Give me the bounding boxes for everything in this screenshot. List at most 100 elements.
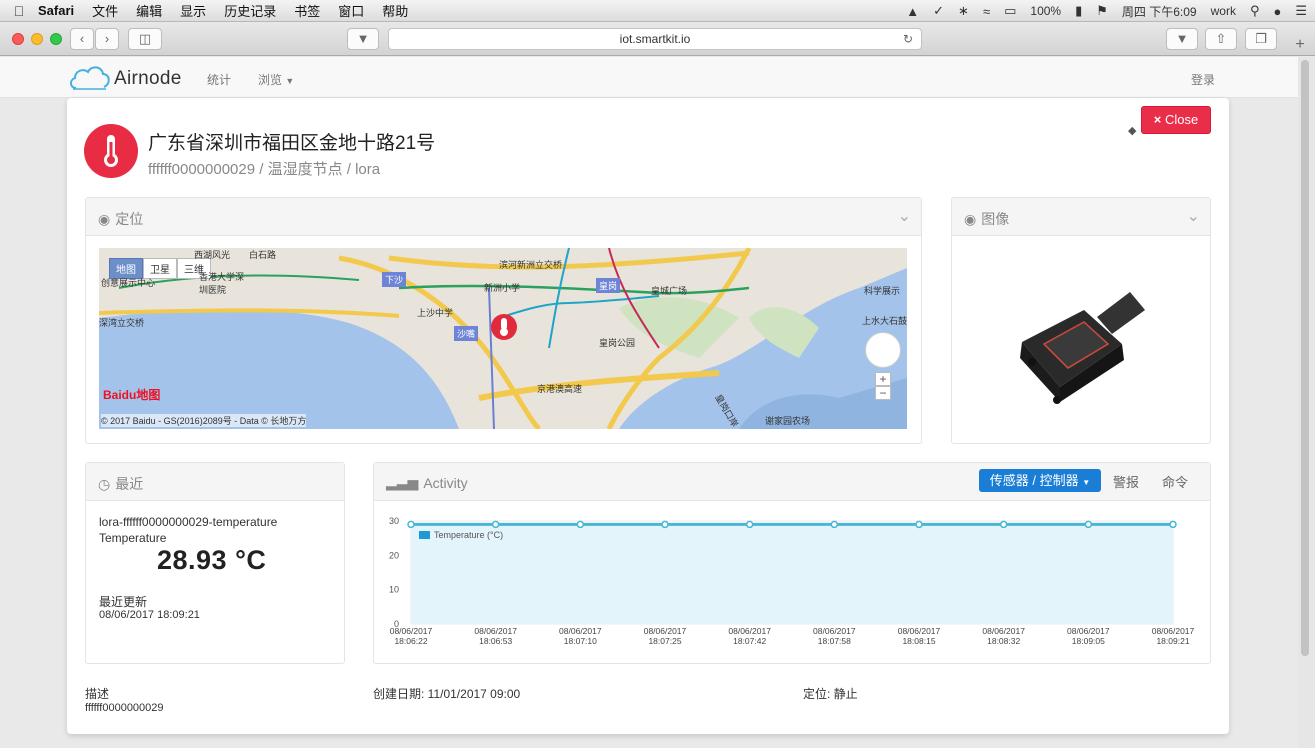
wifi-icon[interactable]: ≈ <box>983 4 990 19</box>
x-tick-label: 08/06/2017 <box>474 626 517 636</box>
nav-browse[interactable]: 浏览 ▼ <box>258 71 294 88</box>
shield-icon[interactable]: ▼ <box>347 28 379 50</box>
map-label: 上水大石鼓 <box>862 316 907 326</box>
data-point <box>745 520 754 529</box>
data-point <box>407 520 415 529</box>
menu-history[interactable]: 历史记录 <box>224 1 276 20</box>
new-tab-icon[interactable]: + <box>1291 36 1309 54</box>
nav-browse-label: 浏览 <box>258 73 283 87</box>
tag-icon[interactable]: ◆ <box>1128 124 1136 137</box>
menu-help[interactable]: 帮助 <box>382 1 408 20</box>
clock[interactable]: 周四 下午6:09 <box>1122 3 1197 20</box>
share-icon[interactable]: ⇧ <box>1205 28 1237 50</box>
tab-commands[interactable]: 命令 <box>1162 472 1188 491</box>
map-label: 深湾立交桥 <box>99 318 145 328</box>
menu-bookmarks[interactable]: 书签 <box>294 1 320 20</box>
notification-center-icon[interactable]: ☰ <box>1295 3 1307 19</box>
window-controls <box>12 33 62 45</box>
x-tick-label: 18:07:10 <box>564 636 597 646</box>
close-window-icon[interactable] <box>12 33 24 45</box>
minimize-window-icon[interactable] <box>31 33 43 45</box>
menu-window[interactable]: 窗口 <box>338 1 364 20</box>
chevron-down-icon[interactable]: ⌄ <box>898 206 911 226</box>
siri-icon[interactable]: ● <box>1273 4 1281 19</box>
scrollbar-thumb[interactable] <box>1301 60 1309 656</box>
legend-label: Temperature (°C) <box>434 530 503 540</box>
description-label: 描述 <box>85 687 110 701</box>
device-image <box>1020 292 1145 404</box>
spotlight-icon[interactable]: ⚲ <box>1250 3 1260 19</box>
updated-time: 08/06/2017 18:09:21 <box>99 609 200 621</box>
back-button[interactable]: ‹ <box>70 28 94 50</box>
x-tick-label: 08/06/2017 <box>813 626 856 636</box>
tab-alarms[interactable]: 警报 <box>1113 472 1139 491</box>
data-point <box>491 520 500 529</box>
x-tick-label: 08/06/2017 <box>982 626 1025 636</box>
image-panel-title: 图像 <box>981 211 1010 227</box>
legend-swatch <box>419 531 430 539</box>
caret-down-icon: ▼ <box>1082 478 1091 487</box>
cursor-tool-icon[interactable]: ✓ <box>933 3 944 19</box>
location-panel-title: 定位 <box>115 211 144 227</box>
forward-button[interactable]: › <box>95 28 119 50</box>
menu-edit[interactable]: 编辑 <box>136 1 162 20</box>
tabs-icon[interactable]: ❐ <box>1245 28 1277 50</box>
user-name[interactable]: work <box>1211 4 1236 18</box>
location-panel-header[interactable]: ◉ 定位 ⌄ <box>86 198 921 236</box>
apple-icon[interactable]:  <box>0 3 38 19</box>
updated-label: 最近更新 <box>99 595 148 609</box>
zoom-in-icon[interactable]: + <box>875 372 891 386</box>
chevron-down-icon[interactable]: ⌄ <box>1187 206 1200 226</box>
sensor-id: lora-ffffff0000000029-temperature <box>99 515 278 529</box>
menu-file[interactable]: 文件 <box>92 1 118 20</box>
image-panel-header[interactable]: ◉ 图像 ⌄ <box>952 198 1210 236</box>
node-address: 广东省深圳市福田区金地十路21号 <box>148 133 436 154</box>
map-label: 西湖风光 <box>194 250 231 260</box>
baidu-logo: Baidu地图 <box>103 388 161 402</box>
created-date: 创建日期: 11/01/2017 09:00 <box>373 687 521 701</box>
brand-name[interactable]: Airnode <box>114 68 182 90</box>
map-label: 皇岗公园 <box>599 338 636 348</box>
download-icon[interactable]: ▼ <box>1166 28 1198 50</box>
signal-bars-icon: ▂▃▅ <box>386 474 419 490</box>
input-flag-icon[interactable]: ⚑ <box>1096 3 1108 19</box>
nav-stats[interactable]: 统计 <box>207 71 231 88</box>
baidu-map[interactable]: 地图 卫星 三维 西湖风光 白石路 香港大学深圳医院 创意展示中心 深湾立交桥 … <box>99 248 907 429</box>
nav-login[interactable]: 登录 <box>1191 71 1215 88</box>
temperature-chart: 010203008/06/201718:06:2208/06/201718:06… <box>389 516 1195 646</box>
x-tick-label: 08/06/2017 <box>644 626 687 636</box>
bluetooth-icon[interactable]: ∗ <box>958 3 969 19</box>
map-label: 皇城广场 <box>651 286 688 296</box>
browser-toolbar: ‹ › ◫ ▼ iot.smartkit.io ↻ ▼ ⇧ ❐ + <box>0 22 1315 56</box>
map-pan-icon[interactable] <box>865 332 901 368</box>
close-label: Close <box>1164 112 1199 127</box>
notification-icon[interactable]: ▲ <box>906 4 919 19</box>
zoom-out-icon[interactable]: − <box>875 386 891 400</box>
x-tick-label: 18:06:53 <box>479 636 512 646</box>
recent-panel-title: 最近 <box>115 476 144 492</box>
menu-view[interactable]: 显示 <box>180 1 206 20</box>
battery-icon[interactable]: ▮ <box>1075 3 1082 19</box>
zoom-window-icon[interactable] <box>50 33 62 45</box>
data-point <box>1084 520 1093 529</box>
url-text: iot.smartkit.io <box>619 32 691 46</box>
map-label: 下沙 <box>382 272 407 287</box>
data-point <box>999 520 1008 529</box>
reload-icon[interactable]: ↻ <box>903 29 913 49</box>
close-button[interactable]: × Close <box>1141 106 1211 134</box>
sidebar-toggle-icon[interactable]: ◫ <box>128 28 162 50</box>
airplay-icon[interactable]: ▭ <box>1004 3 1016 19</box>
address-bar[interactable]: iot.smartkit.io ↻ <box>388 28 922 50</box>
cloud-logo-icon[interactable] <box>68 62 112 92</box>
data-point <box>830 520 839 529</box>
menu-safari[interactable]: Safari <box>38 3 74 18</box>
description-value: ffffff0000000029 <box>85 702 164 714</box>
close-icon: × <box>1153 112 1162 127</box>
x-tick-label: 18:07:25 <box>648 636 681 646</box>
map-label: 创意展示中心 <box>101 278 156 288</box>
sensor-controller-dropdown[interactable]: 传感器 / 控制器 ▼ <box>979 469 1101 492</box>
thermometer-icon <box>84 124 138 178</box>
map-copyright: © 2017 Baidu - GS(2016)2089号 - Data © 长地… <box>101 414 307 427</box>
data-point <box>915 520 923 529</box>
x-tick-label: 08/06/2017 <box>728 626 771 636</box>
